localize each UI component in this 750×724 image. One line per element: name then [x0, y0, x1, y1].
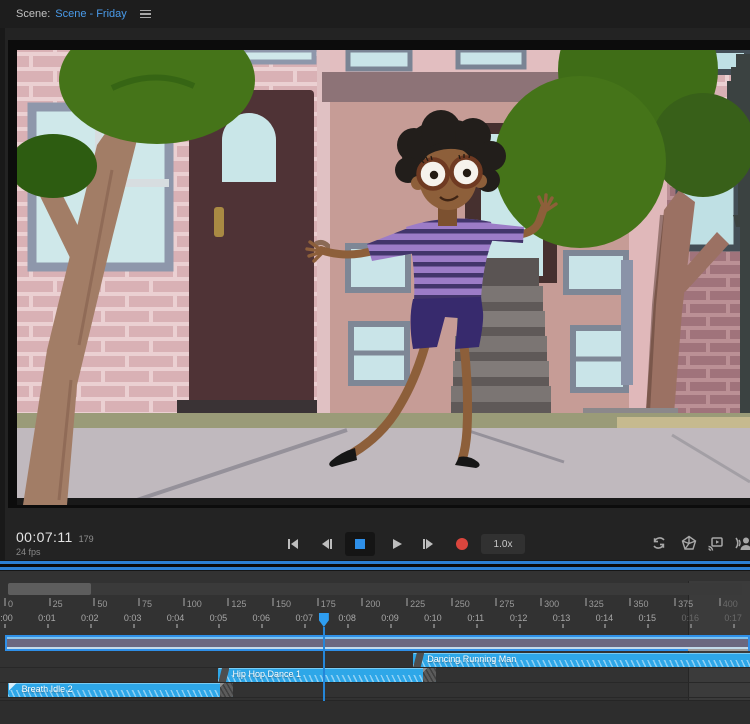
clip-label: Hip Hop Dance 1: [218, 668, 436, 681]
summary-end-segment: [688, 649, 748, 651]
panel-divider[interactable]: [0, 560, 750, 571]
refresh-scene-icon[interactable]: [650, 534, 670, 554]
hamburger-menu-icon[interactable]: [140, 10, 151, 19]
transport-bar: 00:07:11 179 24 fps 1.0x: [0, 528, 750, 560]
timeline-clip[interactable]: Dancing Running Man: [413, 653, 750, 667]
timeline-clip[interactable]: Breath Idle 2: [8, 683, 233, 697]
fps-label: 24 fps: [16, 548, 94, 558]
clip-end-badge: [220, 683, 233, 697]
stop-button[interactable]: [345, 532, 375, 556]
timecode-display: 00:07:11: [16, 529, 73, 545]
play-button[interactable]: [387, 534, 407, 554]
stream-to-device-icon[interactable]: [706, 534, 726, 554]
timeline-panel: 0255075100125150175200225250275300325350…: [0, 571, 750, 724]
panel-edge: [0, 28, 5, 560]
character-animator-window: Scene: Scene - Friday: [0, 0, 750, 724]
timeline-clip[interactable]: Hip Hop Dance 1: [218, 668, 436, 682]
go-to-start-button[interactable]: [283, 534, 303, 554]
camera-mic-input-icon[interactable]: [734, 534, 750, 554]
scene-viewport: 00:07:11 179 24 fps 1.0x: [0, 28, 750, 560]
frame-counter: 179: [79, 534, 94, 544]
playback-speed-button[interactable]: 1.0x: [481, 534, 525, 554]
playhead-line: [323, 627, 325, 701]
stop-icon: [355, 539, 365, 549]
scene-canvas[interactable]: [17, 50, 750, 505]
rig-icon[interactable]: [680, 534, 700, 554]
clip-label: Dancing Running Man: [413, 653, 750, 666]
topbar: Scene: Scene - Friday: [0, 0, 750, 28]
scene-name-link[interactable]: Scene - Friday: [55, 8, 127, 20]
previous-frame-button[interactable]: [317, 534, 337, 554]
timecode-block: 00:07:11 179 24 fps: [16, 529, 94, 557]
next-frame-button[interactable]: [418, 534, 438, 554]
record-icon: [456, 538, 468, 550]
scene-label: Scene:: [16, 8, 50, 20]
clip-label: Breath Idle 2: [8, 683, 233, 696]
clip-end-badge: [423, 668, 436, 682]
timeline-summary-track[interactable]: [5, 635, 750, 651]
record-button[interactable]: [452, 534, 472, 554]
